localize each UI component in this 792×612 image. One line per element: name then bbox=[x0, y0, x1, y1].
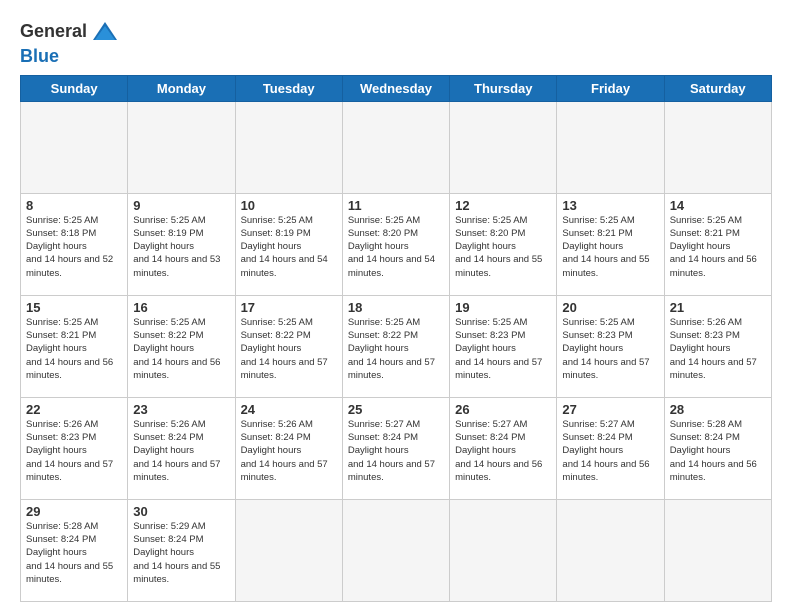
day-info: Sunrise: 5:27 AMSunset: 8:24 PMDaylight … bbox=[455, 419, 542, 483]
calendar-cell: 29 Sunrise: 5:28 AMSunset: 8:24 PMDaylig… bbox=[21, 499, 128, 601]
calendar-cell: 8 Sunrise: 5:25 AMSunset: 8:18 PMDayligh… bbox=[21, 193, 128, 295]
calendar-cell: 9 Sunrise: 5:25 AMSunset: 8:19 PMDayligh… bbox=[128, 193, 235, 295]
logo: General Blue bbox=[20, 18, 119, 67]
calendar-cell bbox=[450, 102, 557, 194]
header: General Blue bbox=[20, 18, 772, 67]
day-info: Sunrise: 5:27 AMSunset: 8:24 PMDaylight … bbox=[562, 419, 649, 483]
day-number: 28 bbox=[670, 402, 766, 417]
day-info: Sunrise: 5:28 AMSunset: 8:24 PMDaylight … bbox=[670, 419, 757, 483]
weekday-header: Monday bbox=[128, 76, 235, 102]
day-number: 20 bbox=[562, 300, 658, 315]
logo-blue-text: Blue bbox=[20, 46, 59, 66]
calendar-cell: 23 Sunrise: 5:26 AMSunset: 8:24 PMDaylig… bbox=[128, 397, 235, 499]
logo-icon bbox=[91, 18, 119, 46]
day-info: Sunrise: 5:25 AMSunset: 8:21 PMDaylight … bbox=[562, 215, 649, 279]
calendar-cell bbox=[664, 102, 771, 194]
day-number: 12 bbox=[455, 198, 551, 213]
calendar-cell: 17 Sunrise: 5:25 AMSunset: 8:22 PMDaylig… bbox=[235, 295, 342, 397]
calendar-cell: 28 Sunrise: 5:28 AMSunset: 8:24 PMDaylig… bbox=[664, 397, 771, 499]
day-info: Sunrise: 5:25 AMSunset: 8:23 PMDaylight … bbox=[562, 317, 649, 381]
calendar-cell: 13 Sunrise: 5:25 AMSunset: 8:21 PMDaylig… bbox=[557, 193, 664, 295]
calendar-cell bbox=[450, 499, 557, 601]
calendar-cell: 16 Sunrise: 5:25 AMSunset: 8:22 PMDaylig… bbox=[128, 295, 235, 397]
day-info: Sunrise: 5:25 AMSunset: 8:22 PMDaylight … bbox=[133, 317, 220, 381]
calendar-cell: 25 Sunrise: 5:27 AMSunset: 8:24 PMDaylig… bbox=[342, 397, 449, 499]
day-number: 9 bbox=[133, 198, 229, 213]
day-number: 19 bbox=[455, 300, 551, 315]
day-number: 18 bbox=[348, 300, 444, 315]
day-number: 24 bbox=[241, 402, 337, 417]
calendar: SundayMondayTuesdayWednesdayThursdayFrid… bbox=[20, 75, 772, 602]
calendar-cell bbox=[235, 102, 342, 194]
day-info: Sunrise: 5:26 AMSunset: 8:23 PMDaylight … bbox=[26, 419, 113, 483]
weekday-header: Thursday bbox=[450, 76, 557, 102]
calendar-cell: 11 Sunrise: 5:25 AMSunset: 8:20 PMDaylig… bbox=[342, 193, 449, 295]
calendar-cell bbox=[342, 102, 449, 194]
day-number: 11 bbox=[348, 198, 444, 213]
calendar-cell: 26 Sunrise: 5:27 AMSunset: 8:24 PMDaylig… bbox=[450, 397, 557, 499]
day-info: Sunrise: 5:26 AMSunset: 8:23 PMDaylight … bbox=[670, 317, 757, 381]
calendar-cell: 22 Sunrise: 5:26 AMSunset: 8:23 PMDaylig… bbox=[21, 397, 128, 499]
weekday-header: Friday bbox=[557, 76, 664, 102]
calendar-cell: 20 Sunrise: 5:25 AMSunset: 8:23 PMDaylig… bbox=[557, 295, 664, 397]
logo-general: General bbox=[20, 21, 87, 41]
calendar-cell: 18 Sunrise: 5:25 AMSunset: 8:22 PMDaylig… bbox=[342, 295, 449, 397]
day-number: 23 bbox=[133, 402, 229, 417]
calendar-cell: 21 Sunrise: 5:26 AMSunset: 8:23 PMDaylig… bbox=[664, 295, 771, 397]
day-number: 15 bbox=[26, 300, 122, 315]
day-info: Sunrise: 5:25 AMSunset: 8:21 PMDaylight … bbox=[670, 215, 757, 279]
day-number: 26 bbox=[455, 402, 551, 417]
day-info: Sunrise: 5:25 AMSunset: 8:20 PMDaylight … bbox=[455, 215, 542, 279]
day-number: 25 bbox=[348, 402, 444, 417]
weekday-header: Sunday bbox=[21, 76, 128, 102]
weekday-header: Wednesday bbox=[342, 76, 449, 102]
day-info: Sunrise: 5:29 AMSunset: 8:24 PMDaylight … bbox=[133, 521, 220, 585]
day-number: 27 bbox=[562, 402, 658, 417]
day-info: Sunrise: 5:25 AMSunset: 8:22 PMDaylight … bbox=[348, 317, 435, 381]
calendar-cell: 27 Sunrise: 5:27 AMSunset: 8:24 PMDaylig… bbox=[557, 397, 664, 499]
calendar-cell bbox=[128, 102, 235, 194]
day-info: Sunrise: 5:25 AMSunset: 8:22 PMDaylight … bbox=[241, 317, 328, 381]
day-info: Sunrise: 5:25 AMSunset: 8:20 PMDaylight … bbox=[348, 215, 435, 279]
day-number: 22 bbox=[26, 402, 122, 417]
weekday-header: Saturday bbox=[664, 76, 771, 102]
day-info: Sunrise: 5:26 AMSunset: 8:24 PMDaylight … bbox=[241, 419, 328, 483]
day-info: Sunrise: 5:25 AMSunset: 8:19 PMDaylight … bbox=[133, 215, 220, 279]
day-number: 21 bbox=[670, 300, 766, 315]
day-info: Sunrise: 5:27 AMSunset: 8:24 PMDaylight … bbox=[348, 419, 435, 483]
day-number: 8 bbox=[26, 198, 122, 213]
calendar-cell: 19 Sunrise: 5:25 AMSunset: 8:23 PMDaylig… bbox=[450, 295, 557, 397]
calendar-cell bbox=[557, 102, 664, 194]
logo-text: General bbox=[20, 22, 87, 42]
day-info: Sunrise: 5:26 AMSunset: 8:24 PMDaylight … bbox=[133, 419, 220, 483]
calendar-cell: 12 Sunrise: 5:25 AMSunset: 8:20 PMDaylig… bbox=[450, 193, 557, 295]
day-number: 30 bbox=[133, 504, 229, 519]
day-number: 10 bbox=[241, 198, 337, 213]
day-info: Sunrise: 5:25 AMSunset: 8:23 PMDaylight … bbox=[455, 317, 542, 381]
calendar-cell bbox=[664, 499, 771, 601]
calendar-cell bbox=[557, 499, 664, 601]
day-info: Sunrise: 5:25 AMSunset: 8:18 PMDaylight … bbox=[26, 215, 113, 279]
calendar-cell: 15 Sunrise: 5:25 AMSunset: 8:21 PMDaylig… bbox=[21, 295, 128, 397]
day-info: Sunrise: 5:25 AMSunset: 8:19 PMDaylight … bbox=[241, 215, 328, 279]
calendar-cell: 14 Sunrise: 5:25 AMSunset: 8:21 PMDaylig… bbox=[664, 193, 771, 295]
calendar-cell bbox=[235, 499, 342, 601]
calendar-cell bbox=[21, 102, 128, 194]
page: General Blue SundayMondayTuesdayWednesda… bbox=[0, 0, 792, 612]
calendar-cell: 10 Sunrise: 5:25 AMSunset: 8:19 PMDaylig… bbox=[235, 193, 342, 295]
day-number: 29 bbox=[26, 504, 122, 519]
day-number: 16 bbox=[133, 300, 229, 315]
day-number: 13 bbox=[562, 198, 658, 213]
weekday-header: Tuesday bbox=[235, 76, 342, 102]
day-info: Sunrise: 5:28 AMSunset: 8:24 PMDaylight … bbox=[26, 521, 113, 585]
day-info: Sunrise: 5:25 AMSunset: 8:21 PMDaylight … bbox=[26, 317, 113, 381]
calendar-cell: 30 Sunrise: 5:29 AMSunset: 8:24 PMDaylig… bbox=[128, 499, 235, 601]
calendar-cell bbox=[342, 499, 449, 601]
calendar-cell: 24 Sunrise: 5:26 AMSunset: 8:24 PMDaylig… bbox=[235, 397, 342, 499]
day-number: 17 bbox=[241, 300, 337, 315]
day-number: 14 bbox=[670, 198, 766, 213]
